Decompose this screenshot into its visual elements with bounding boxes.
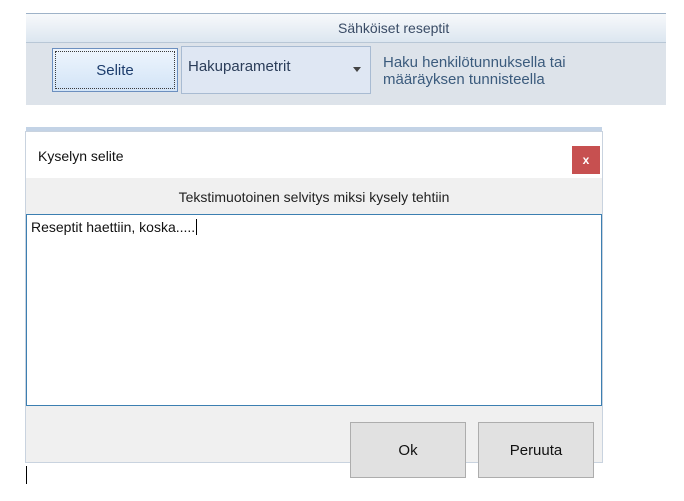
text-caret xyxy=(196,219,198,235)
search-parameters-select[interactable]: Hakuparametrit xyxy=(181,46,371,94)
chevron-down-icon[interactable] xyxy=(353,67,361,72)
app-toolbar: Selite Hakuparametrit Haku henkilötunnuk… xyxy=(26,43,666,105)
dialog-title: Kyselyn selite xyxy=(38,148,124,164)
close-button[interactable]: x xyxy=(572,146,600,174)
app-header-bar: Sähköiset reseptit xyxy=(26,13,666,43)
reason-textarea[interactable]: Reseptit haettiin, koska..... xyxy=(26,214,602,406)
background-app-panel: Sähköiset reseptit Selite Hakuparametrit… xyxy=(26,13,666,105)
close-icon: x xyxy=(582,153,590,167)
search-parameters-select-value: Hakuparametrit xyxy=(188,58,291,75)
search-description: Haku henkilötunnuksella tai määräyksen t… xyxy=(383,54,566,88)
app-header-title: Sähköiset reseptit xyxy=(338,20,450,36)
cancel-button[interactable]: Peruuta xyxy=(478,422,594,478)
query-reason-dialog: Kyselyn selite x Tekstimuotoinen selvity… xyxy=(26,132,602,478)
ok-button[interactable]: Ok xyxy=(350,422,466,478)
dialog-titlebar: Kyselyn selite x xyxy=(26,132,602,178)
screen: Sähköiset reseptit Selite Hakuparametrit… xyxy=(0,0,684,501)
text-cursor-mark xyxy=(26,466,27,484)
reason-textarea-value: Reseptit haettiin, koska..... xyxy=(31,219,196,235)
selite-button[interactable]: Selite xyxy=(52,48,178,92)
dialog-subtitle: Tekstimuotoinen selvitys miksi kysely te… xyxy=(178,189,450,205)
